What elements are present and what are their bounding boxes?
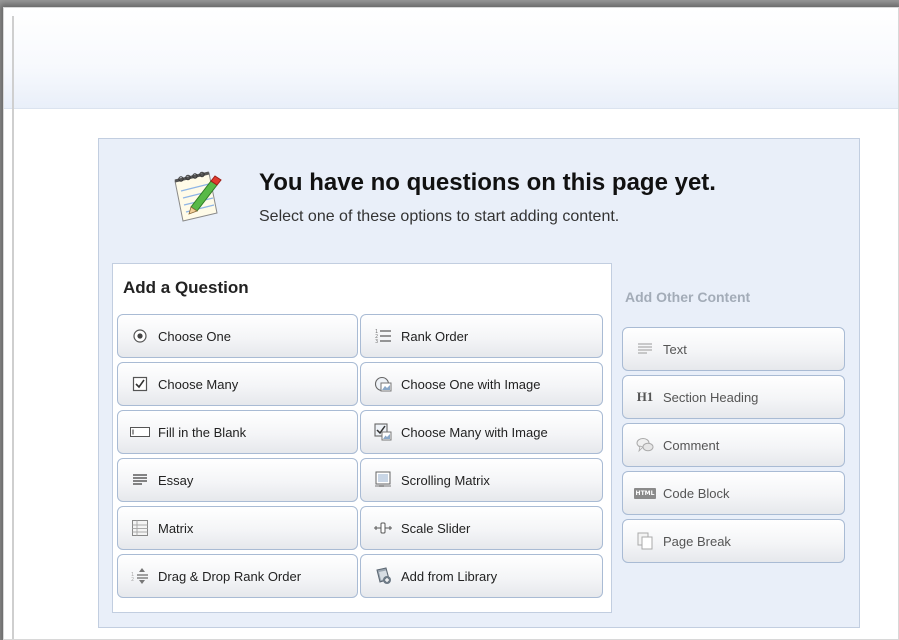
page-break-icon [635, 531, 655, 551]
section-heading-button[interactable]: H1 Section Heading [622, 375, 845, 419]
scrolling-matrix-icon [373, 470, 393, 490]
html-code-icon: HTML [633, 483, 657, 503]
button-label: Add from Library [401, 568, 498, 584]
page-header-band [4, 8, 898, 109]
rank-order-icon: 1 2 3 [373, 326, 393, 346]
choose-many-with-image-button[interactable]: Choose Many with Image [360, 410, 603, 454]
empty-state-subtitle: Select one of these options to start add… [259, 208, 620, 225]
choose-many-button[interactable]: Choose Many [117, 362, 358, 406]
choose-one-button[interactable]: Choose One [117, 314, 358, 358]
button-label: Drag & Drop Rank Order [158, 568, 302, 584]
scrolling-matrix-button[interactable]: Scrolling Matrix [360, 458, 603, 502]
library-icon [373, 566, 393, 586]
fill-in-the-blank-button[interactable]: Fill in the Blank [117, 410, 358, 454]
svg-text:3: 3 [375, 339, 378, 345]
button-label: Choose One [158, 328, 231, 344]
empty-state-title: You have no questions on this page yet. [259, 169, 716, 196]
text-icon [635, 339, 655, 359]
page-break-button[interactable]: Page Break [622, 519, 845, 563]
slider-icon [373, 518, 393, 538]
button-label: Code Block [663, 485, 730, 501]
drag-drop-icon: 1 2 [130, 566, 150, 586]
button-label: Section Heading [663, 389, 759, 405]
button-label: Comment [663, 437, 720, 453]
comment-icon [635, 435, 655, 455]
choose-one-with-image-button[interactable]: Choose One with Image [360, 362, 603, 406]
add-from-library-button[interactable]: Add from Library [360, 554, 603, 598]
rank-order-button[interactable]: 1 2 3 Rank Order [360, 314, 603, 358]
empty-page-panel: You have no questions on this page yet. … [98, 138, 860, 628]
image-radio-icon [373, 374, 393, 394]
button-label: Choose Many with Image [401, 424, 548, 440]
essay-lines-icon [130, 470, 150, 490]
button-label: Rank Order [401, 328, 469, 344]
add-question-section: Add a Question Choose One 1 2 3 Rank Ord… [112, 263, 612, 613]
button-label: Matrix [158, 520, 194, 536]
heading-icon: H1 [636, 389, 654, 404]
button-label: Fill in the Blank [158, 424, 247, 440]
radio-icon [130, 326, 150, 346]
svg-text:2: 2 [131, 577, 134, 583]
text-field-icon [130, 422, 150, 442]
button-label: Scrolling Matrix [401, 472, 490, 488]
drag-drop-rank-order-button[interactable]: 1 2 Drag & Drop Rank Order [117, 554, 358, 598]
button-label: Scale Slider [401, 520, 471, 536]
notepad-pencil-icon [174, 171, 222, 222]
button-label: Choose One with Image [401, 376, 541, 392]
matrix-grid-icon [130, 518, 150, 538]
add-question-title: Add a Question [123, 278, 249, 297]
comment-button[interactable]: Comment [622, 423, 845, 467]
button-label: Choose Many [158, 376, 239, 392]
add-other-content-title: Add Other Content [625, 289, 751, 305]
matrix-button[interactable]: Matrix [117, 506, 358, 550]
html-badge: HTML [633, 487, 657, 499]
button-label: Page Break [663, 533, 731, 549]
checkbox-icon [130, 374, 150, 394]
essay-button[interactable]: Essay [117, 458, 358, 502]
window-frame: You have no questions on this page yet. … [3, 7, 899, 640]
button-label: Text [663, 341, 687, 357]
text-button[interactable]: Text [622, 327, 845, 371]
scale-slider-button[interactable]: Scale Slider [360, 506, 603, 550]
image-checkbox-icon [373, 422, 393, 442]
code-block-button[interactable]: HTML Code Block [622, 471, 845, 515]
button-label: Essay [158, 472, 194, 488]
left-divider [12, 16, 14, 639]
